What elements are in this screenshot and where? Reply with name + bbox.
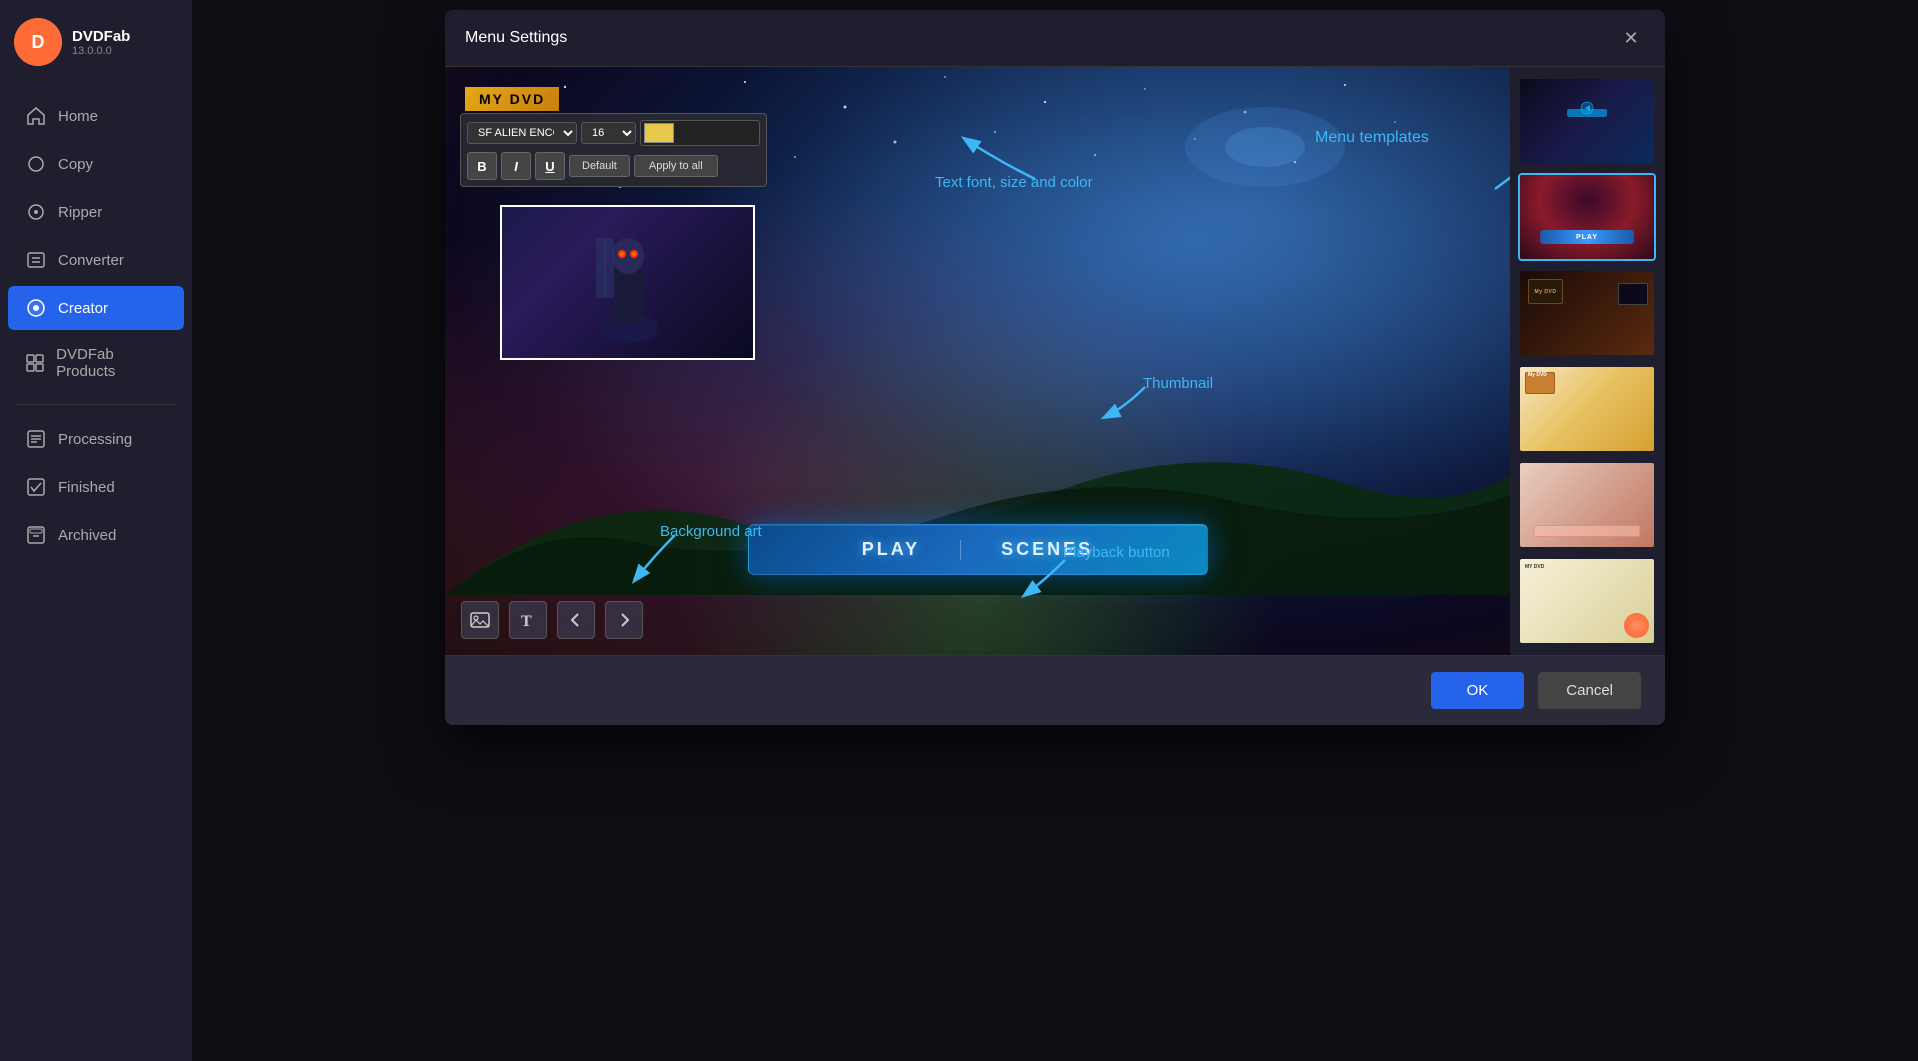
sidebar-item-finished-label: Finished [58,479,115,496]
sidebar-item-copy-label: Copy [58,156,93,173]
italic-button[interactable]: I [501,152,531,180]
sidebar-item-ripper[interactable]: Ripper [8,190,184,234]
background-art-button[interactable] [461,601,499,639]
home-icon [26,106,46,126]
sidebar-item-processing-label: Processing [58,431,132,448]
converter-icon [26,250,46,270]
sidebar-item-ripper-label: Ripper [58,204,102,221]
template-item-6[interactable]: MY DVD [1518,557,1656,645]
sidebar-nav: Home Copy Ripper [0,84,192,1061]
sidebar-item-converter-label: Converter [58,252,124,269]
dvdfab-products-icon [26,353,44,373]
toolbar-row-format: B I U Default Apply to all [467,152,760,180]
sidebar-item-archived[interactable]: Archived [8,513,184,557]
ripper-icon [26,202,46,222]
sidebar-item-converter[interactable]: Converter [8,238,184,282]
modal-close-button[interactable]: ✕ [1617,24,1645,52]
prev-button[interactable] [557,601,595,639]
sidebar-item-home[interactable]: Home [8,94,184,138]
scenes-button-label[interactable]: SCENES [1001,539,1093,560]
template-item-2[interactable]: PLAY [1518,173,1656,261]
sidebar-item-creator-label: Creator [58,300,108,317]
apply-to-all-button[interactable]: Apply to all [634,155,718,177]
menu-settings-modal: Menu Settings ✕ [445,10,1665,725]
template-item-3[interactable]: My DVD [1518,269,1656,357]
bar-divider [960,540,961,560]
play-scenes-bar: PLAY SCENES [748,524,1208,575]
template-item-4[interactable]: My DVD [1518,365,1656,453]
play-button-label[interactable]: PLAY [862,539,920,560]
cancel-button[interactable]: Cancel [1538,672,1641,709]
dvd-title-label: MY DVD [465,87,559,111]
text-button[interactable]: T [509,601,547,639]
underline-button[interactable]: U [535,152,565,180]
template-item-5[interactable] [1518,461,1656,549]
app-logo-text: DVDFab 13.0.0.0 [72,28,130,57]
main-area: Menu Settings ✕ [192,0,1918,1061]
svg-text:D: D [32,32,45,52]
chevron-left-icon [568,612,584,628]
modal-overlay: Menu Settings ✕ [192,0,1918,1061]
chevron-right-icon [616,612,632,628]
sidebar-item-dvdfab-products-label: DVDFab Products [56,346,166,380]
dvd-title-area: MY DVD [465,87,559,115]
text-formatting-toolbar: SF ALIEN ENCOU 16 B I U [460,113,767,187]
bold-button[interactable]: B [467,152,497,180]
default-button[interactable]: Default [569,155,630,177]
thumbnail-inner [502,207,753,358]
sidebar-item-archived-label: Archived [58,527,116,544]
playback-buttons-area: PLAY SCENES [748,524,1208,575]
next-button[interactable] [605,601,643,639]
text-icon: T [518,610,538,630]
finished-icon [26,477,46,497]
modal-header: Menu Settings ✕ [445,10,1665,67]
sidebar-item-creator[interactable]: Creator [8,286,184,330]
color-swatch-preview [644,123,674,143]
sidebar-item-home-label: Home [58,108,98,125]
sidebar-item-copy[interactable]: Copy [8,142,184,186]
svg-text:T: T [521,613,532,630]
app-brand: DVDFab [72,28,130,45]
processing-icon [26,429,46,449]
template-item-1[interactable] [1518,77,1656,165]
toolbar-row-font: SF ALIEN ENCOU 16 [467,120,760,146]
modal-body: MY DVD SF ALIEN ENCOU 16 [445,67,1665,655]
app-logo-icon: D [14,18,62,66]
templates-panel: PLAY My DVD [1510,67,1665,655]
thumbnail-preview [500,205,755,360]
template-1-icon [1579,100,1595,116]
sidebar-item-dvdfab-products[interactable]: DVDFab Products [8,334,184,392]
color-picker[interactable] [640,120,760,146]
modal-footer: OK Cancel [445,655,1665,725]
sidebar-divider [16,404,176,405]
sidebar-item-processing[interactable]: Processing [8,417,184,461]
preview-area: MY DVD SF ALIEN ENCOU 16 [445,67,1510,655]
image-icon [470,610,490,630]
app-logo-area: D DVDFab 13.0.0.0 [0,0,192,84]
copy-icon [26,154,46,174]
sidebar: D DVDFab 13.0.0.0 Home Copy [0,0,192,1061]
app-version: 13.0.0.0 [72,45,130,57]
font-size-select[interactable]: 16 [581,122,636,144]
modal-title: Menu Settings [465,29,567,47]
archived-icon [26,525,46,545]
ok-button[interactable]: OK [1431,672,1525,709]
preview-bottom-toolbar: T [461,601,643,639]
font-family-select[interactable]: SF ALIEN ENCOU [467,122,577,144]
creator-icon [26,298,46,318]
sidebar-item-finished[interactable]: Finished [8,465,184,509]
thumbnail-figure [588,218,668,348]
